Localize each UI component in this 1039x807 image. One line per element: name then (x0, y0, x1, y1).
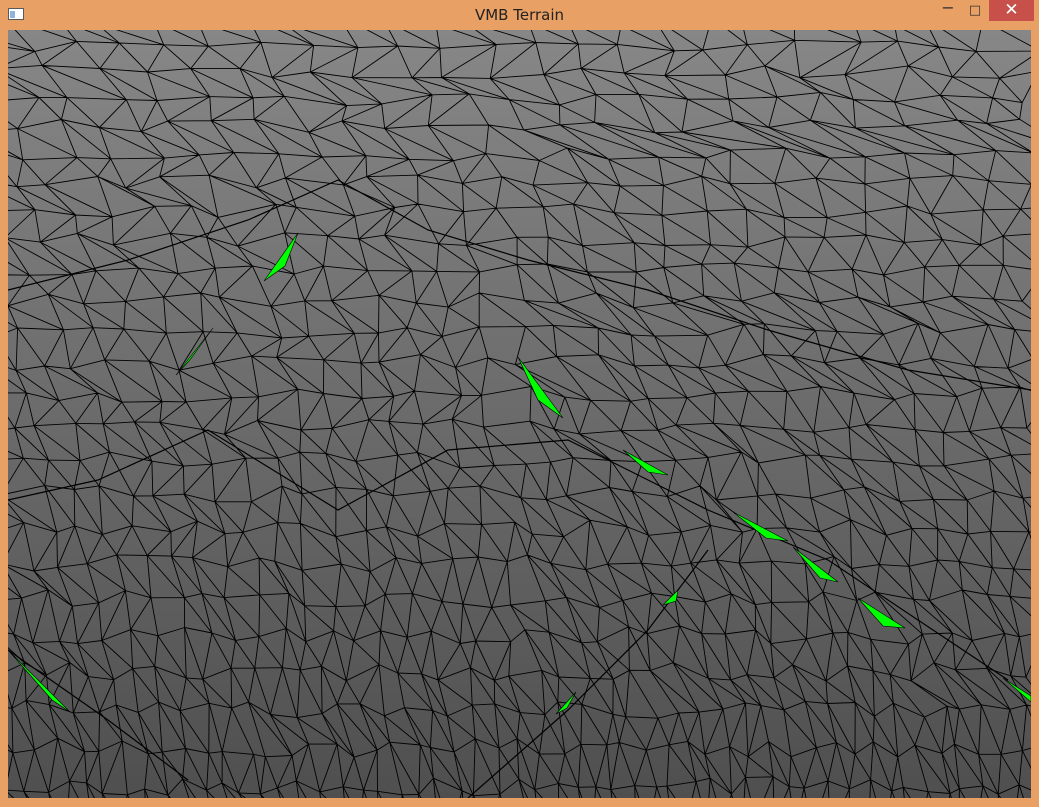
terrain-viewport[interactable] (8, 30, 1031, 798)
terrain-mesh-canvas[interactable] (8, 30, 1031, 798)
app-window: VMB Terrain − □ ✕ (0, 0, 1039, 807)
close-button[interactable]: ✕ (989, 0, 1034, 21)
minimize-button[interactable]: − (935, 0, 961, 22)
title-bar[interactable]: VMB Terrain − □ ✕ (0, 0, 1039, 30)
maximize-button[interactable]: □ (962, 0, 988, 22)
window-title: VMB Terrain (474, 6, 565, 24)
